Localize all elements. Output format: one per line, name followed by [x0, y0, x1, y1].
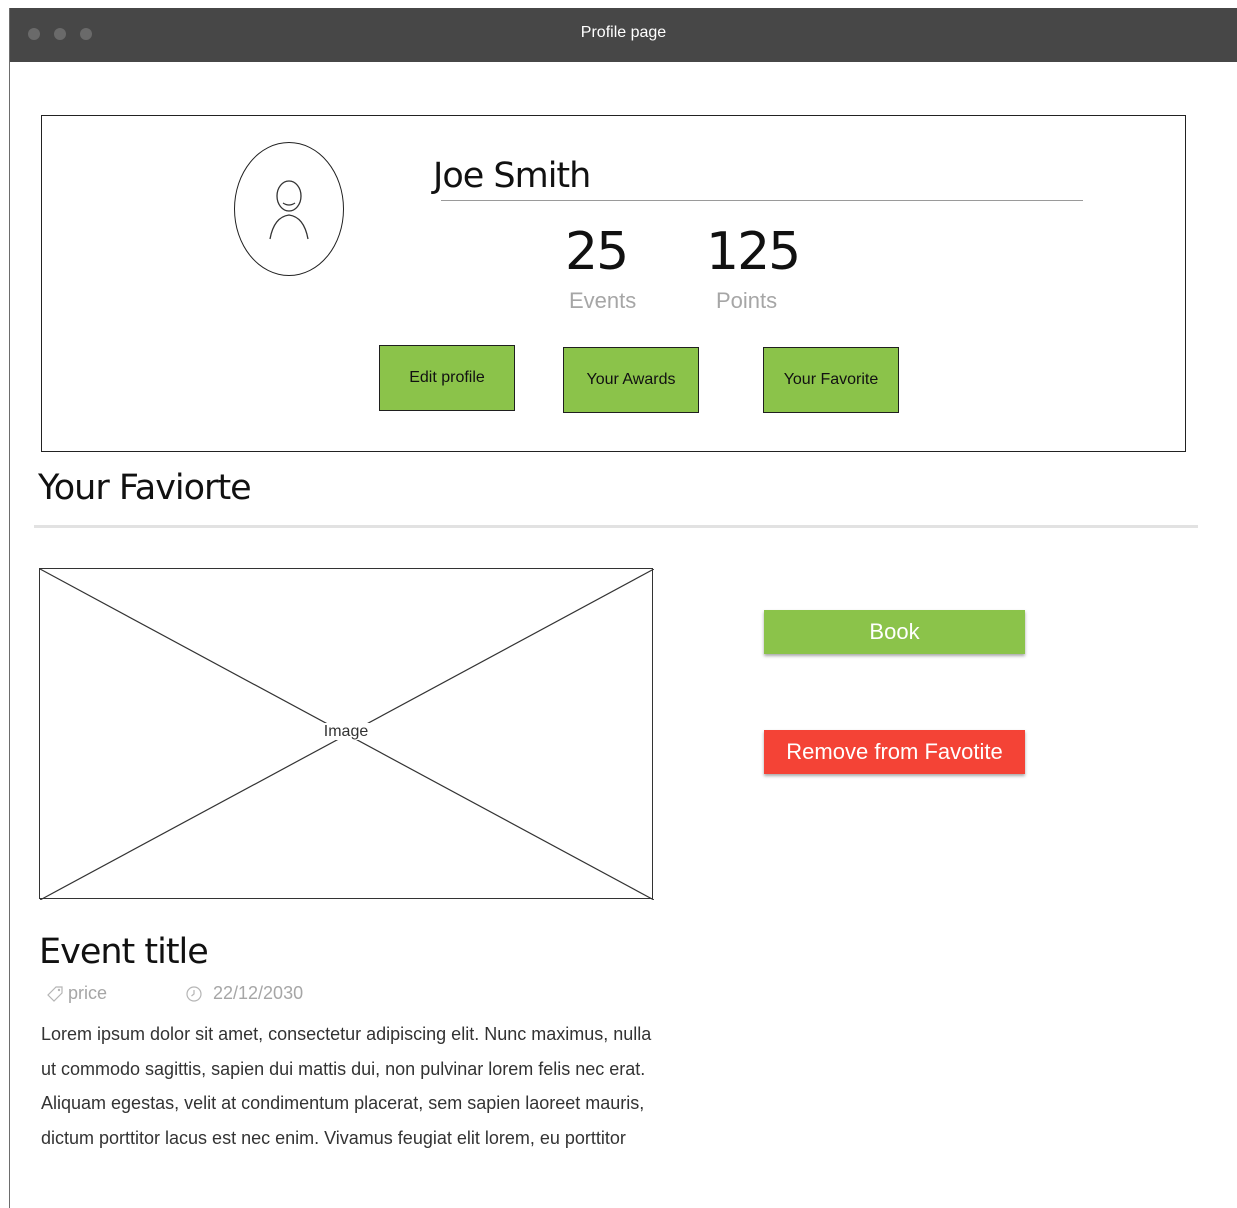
- points-count: 125: [706, 222, 801, 282]
- points-label: Points: [716, 288, 778, 313]
- profile-name: Joe Smith: [433, 156, 591, 196]
- event-image-placeholder[interactable]: Image: [39, 568, 654, 900]
- profile-card: Joe Smith 25 Events 125 Points Edit prof…: [41, 115, 1186, 452]
- events-count: 25: [565, 222, 629, 282]
- user-icon: [269, 180, 309, 240]
- book-button[interactable]: Book: [764, 610, 1025, 654]
- events-label: Events: [569, 288, 637, 313]
- your-awards-button[interactable]: Your Awards: [563, 347, 699, 413]
- image-label: Image: [321, 723, 371, 740]
- avatar[interactable]: [234, 142, 344, 276]
- event-price: price: [46, 983, 107, 1004]
- section-heading: Your Faviorte: [38, 468, 252, 508]
- browser-window: Profile page Joe Smith 25 Events 125 Poi…: [9, 8, 1237, 1208]
- tag-icon: [47, 985, 63, 1002]
- window-title: Profile page: [580, 24, 667, 41]
- your-favorite-button[interactable]: Your Favorite: [763, 347, 899, 413]
- edit-profile-button[interactable]: Edit profile: [379, 345, 515, 411]
- section-divider: [34, 525, 1198, 528]
- event-description: Lorem ipsum dolor sit amet, consectetur …: [41, 1024, 652, 1148]
- event-date: 22/12/2030: [185, 983, 303, 1004]
- event-title: Event title: [39, 932, 209, 972]
- name-divider: [441, 200, 1083, 201]
- event-price-text: price: [68, 983, 108, 1003]
- remove-from-favorite-button[interactable]: Remove from Favotite: [764, 730, 1025, 774]
- clock-icon: [186, 985, 202, 1002]
- title-bar: Profile page: [10, 8, 1237, 62]
- event-date-text: 22/12/2030: [213, 983, 304, 1003]
